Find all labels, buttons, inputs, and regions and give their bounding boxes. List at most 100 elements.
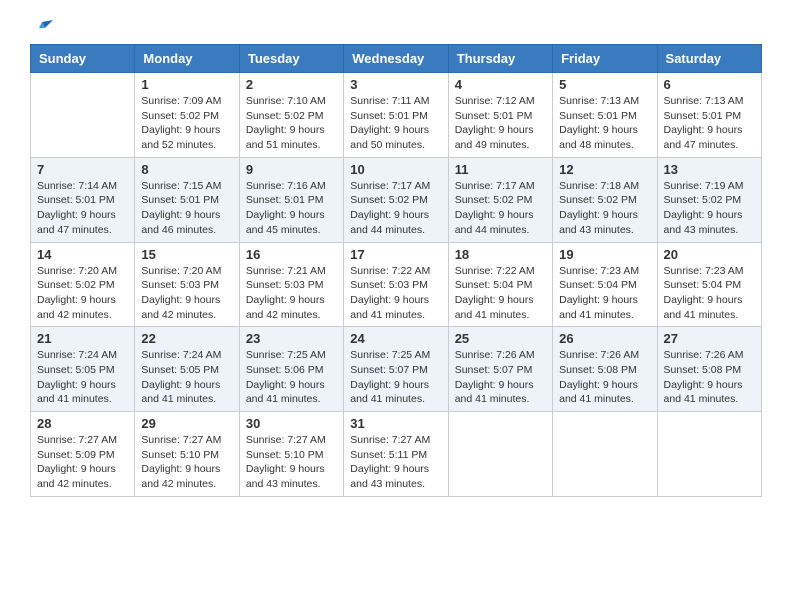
calendar-week-row: 7Sunrise: 7:14 AMSunset: 5:01 PMDaylight… bbox=[31, 157, 762, 242]
day-info: Sunrise: 7:26 AMSunset: 5:07 PMDaylight:… bbox=[455, 348, 546, 407]
day-number: 25 bbox=[455, 331, 546, 346]
day-info: Sunrise: 7:20 AMSunset: 5:03 PMDaylight:… bbox=[141, 264, 232, 323]
day-info: Sunrise: 7:16 AMSunset: 5:01 PMDaylight:… bbox=[246, 179, 337, 238]
calendar-cell: 11 Sunrise: 7:17 AMSunset: 5:02 PMDayligh… bbox=[448, 157, 552, 242]
calendar-cell bbox=[553, 412, 657, 497]
day-number: 22 bbox=[141, 331, 232, 346]
calendar-cell: 14Sunrise: 7:20 AMSunset: 5:02 PMDayligh… bbox=[31, 242, 135, 327]
calendar-cell: 15 Sunrise: 7:20 AMSunset: 5:03 PMDayligh… bbox=[135, 242, 239, 327]
calendar-cell: 30Sunrise: 7:27 AMSunset: 5:10 PMDayligh… bbox=[239, 412, 343, 497]
calendar-cell bbox=[657, 412, 761, 497]
day-info: Sunrise: 7:23 AMSunset: 5:04 PMDaylight:… bbox=[664, 264, 755, 323]
calendar-cell: 23 Sunrise: 7:25 AMSunset: 5:06 PMDayligh… bbox=[239, 327, 343, 412]
calendar-cell: 28 Sunrise: 7:27 AMSunset: 5:09 PMDayligh… bbox=[31, 412, 135, 497]
calendar-cell: 27 Sunrise: 7:26 AMSunset: 5:08 PMDayligh… bbox=[657, 327, 761, 412]
calendar-cell: 17 Sunrise: 7:22 AMSunset: 5:03 PMDayligh… bbox=[344, 242, 448, 327]
day-number: 29 bbox=[141, 416, 232, 431]
day-number: 16 bbox=[246, 247, 337, 262]
weekday-header-thursday: Thursday bbox=[448, 45, 552, 73]
day-info: Sunrise: 7:27 AMSunset: 5:10 PMDaylight:… bbox=[141, 433, 232, 492]
calendar-cell: 29 Sunrise: 7:27 AMSunset: 5:10 PMDayligh… bbox=[135, 412, 239, 497]
calendar-cell: 1 Sunrise: 7:09 AMSunset: 5:02 PMDaylight… bbox=[135, 73, 239, 158]
calendar-cell: 7Sunrise: 7:14 AMSunset: 5:01 PMDaylight… bbox=[31, 157, 135, 242]
calendar-cell: 10 Sunrise: 7:17 AMSunset: 5:02 PMDayligh… bbox=[344, 157, 448, 242]
calendar-cell: 21 Sunrise: 7:24 AMSunset: 5:05 PMDayligh… bbox=[31, 327, 135, 412]
day-info: Sunrise: 7:11 AMSunset: 5:01 PMDaylight:… bbox=[350, 94, 441, 153]
day-number: 7 bbox=[37, 162, 128, 177]
day-number: 10 bbox=[350, 162, 441, 177]
day-number: 15 bbox=[141, 247, 232, 262]
calendar-cell: 31 Sunrise: 7:27 AMSunset: 5:11 PMDayligh… bbox=[344, 412, 448, 497]
day-number: 19 bbox=[559, 247, 650, 262]
day-number: 17 bbox=[350, 247, 441, 262]
day-number: 27 bbox=[664, 331, 755, 346]
day-info: Sunrise: 7:25 AMSunset: 5:07 PMDaylight:… bbox=[350, 348, 441, 407]
day-info: Sunrise: 7:26 AMSunset: 5:08 PMDaylight:… bbox=[559, 348, 650, 407]
day-number: 13 bbox=[664, 162, 755, 177]
day-info: Sunrise: 7:18 AMSunset: 5:02 PMDaylight:… bbox=[559, 179, 650, 238]
day-number: 2 bbox=[246, 77, 337, 92]
day-info: Sunrise: 7:24 AMSunset: 5:05 PMDaylight:… bbox=[141, 348, 232, 407]
day-info: Sunrise: 7:17 AMSunset: 5:02 PMDaylight:… bbox=[455, 179, 546, 238]
calendar-cell: 24 Sunrise: 7:25 AMSunset: 5:07 PMDayligh… bbox=[344, 327, 448, 412]
calendar-cell: 22 Sunrise: 7:24 AMSunset: 5:05 PMDayligh… bbox=[135, 327, 239, 412]
weekday-header-friday: Friday bbox=[553, 45, 657, 73]
logo bbox=[30, 20, 54, 34]
day-number: 26 bbox=[559, 331, 650, 346]
calendar-table: SundayMondayTuesdayWednesdayThursdayFrid… bbox=[30, 44, 762, 497]
day-number: 5 bbox=[559, 77, 650, 92]
calendar-week-row: 28 Sunrise: 7:27 AMSunset: 5:09 PMDayligh… bbox=[31, 412, 762, 497]
weekday-header-tuesday: Tuesday bbox=[239, 45, 343, 73]
weekday-header-wednesday: Wednesday bbox=[344, 45, 448, 73]
calendar-week-row: 21 Sunrise: 7:24 AMSunset: 5:05 PMDayligh… bbox=[31, 327, 762, 412]
weekday-header-saturday: Saturday bbox=[657, 45, 761, 73]
calendar-cell: 18Sunrise: 7:22 AMSunset: 5:04 PMDayligh… bbox=[448, 242, 552, 327]
day-number: 8 bbox=[141, 162, 232, 177]
logo-bird-icon bbox=[31, 20, 53, 38]
calendar-cell: 12Sunrise: 7:18 AMSunset: 5:02 PMDayligh… bbox=[553, 157, 657, 242]
calendar-week-row: 14Sunrise: 7:20 AMSunset: 5:02 PMDayligh… bbox=[31, 242, 762, 327]
day-info: Sunrise: 7:27 AMSunset: 5:09 PMDaylight:… bbox=[37, 433, 128, 492]
day-info: Sunrise: 7:24 AMSunset: 5:05 PMDaylight:… bbox=[37, 348, 128, 407]
day-number: 3 bbox=[350, 77, 441, 92]
day-info: Sunrise: 7:12 AMSunset: 5:01 PMDaylight:… bbox=[455, 94, 546, 153]
day-number: 18 bbox=[455, 247, 546, 262]
day-info: Sunrise: 7:13 AMSunset: 5:01 PMDaylight:… bbox=[664, 94, 755, 153]
day-info: Sunrise: 7:25 AMSunset: 5:06 PMDaylight:… bbox=[246, 348, 337, 407]
day-info: Sunrise: 7:13 AMSunset: 5:01 PMDaylight:… bbox=[559, 94, 650, 153]
calendar-cell: 5 Sunrise: 7:13 AMSunset: 5:01 PMDaylight… bbox=[553, 73, 657, 158]
day-number: 1 bbox=[141, 77, 232, 92]
calendar-cell: 13Sunrise: 7:19 AMSunset: 5:02 PMDayligh… bbox=[657, 157, 761, 242]
day-info: Sunrise: 7:27 AMSunset: 5:10 PMDaylight:… bbox=[246, 433, 337, 492]
day-number: 31 bbox=[350, 416, 441, 431]
calendar-header-row: SundayMondayTuesdayWednesdayThursdayFrid… bbox=[31, 45, 762, 73]
calendar-cell: 8Sunrise: 7:15 AMSunset: 5:01 PMDaylight… bbox=[135, 157, 239, 242]
calendar-cell: 4 Sunrise: 7:12 AMSunset: 5:01 PMDaylight… bbox=[448, 73, 552, 158]
day-info: Sunrise: 7:26 AMSunset: 5:08 PMDaylight:… bbox=[664, 348, 755, 407]
day-info: Sunrise: 7:17 AMSunset: 5:02 PMDaylight:… bbox=[350, 179, 441, 238]
day-number: 24 bbox=[350, 331, 441, 346]
calendar-cell: 26 Sunrise: 7:26 AMSunset: 5:08 PMDayligh… bbox=[553, 327, 657, 412]
weekday-header-sunday: Sunday bbox=[31, 45, 135, 73]
day-number: 23 bbox=[246, 331, 337, 346]
day-number: 4 bbox=[455, 77, 546, 92]
day-info: Sunrise: 7:20 AMSunset: 5:02 PMDaylight:… bbox=[37, 264, 128, 323]
day-number: 11 bbox=[455, 162, 546, 177]
day-info: Sunrise: 7:22 AMSunset: 5:03 PMDaylight:… bbox=[350, 264, 441, 323]
day-info: Sunrise: 7:09 AMSunset: 5:02 PMDaylight:… bbox=[141, 94, 232, 153]
day-number: 20 bbox=[664, 247, 755, 262]
day-info: Sunrise: 7:21 AMSunset: 5:03 PMDaylight:… bbox=[246, 264, 337, 323]
calendar-cell: 19 Sunrise: 7:23 AMSunset: 5:04 PMDayligh… bbox=[553, 242, 657, 327]
day-number: 21 bbox=[37, 331, 128, 346]
calendar-cell bbox=[448, 412, 552, 497]
calendar-cell: 2 Sunrise: 7:10 AMSunset: 5:02 PMDaylight… bbox=[239, 73, 343, 158]
calendar-cell bbox=[31, 73, 135, 158]
day-number: 28 bbox=[37, 416, 128, 431]
day-info: Sunrise: 7:23 AMSunset: 5:04 PMDaylight:… bbox=[559, 264, 650, 323]
calendar-cell: 3 Sunrise: 7:11 AMSunset: 5:01 PMDaylight… bbox=[344, 73, 448, 158]
day-number: 6 bbox=[664, 77, 755, 92]
calendar-cell: 9Sunrise: 7:16 AMSunset: 5:01 PMDaylight… bbox=[239, 157, 343, 242]
page-header bbox=[30, 20, 762, 34]
day-info: Sunrise: 7:27 AMSunset: 5:11 PMDaylight:… bbox=[350, 433, 441, 492]
day-info: Sunrise: 7:10 AMSunset: 5:02 PMDaylight:… bbox=[246, 94, 337, 153]
